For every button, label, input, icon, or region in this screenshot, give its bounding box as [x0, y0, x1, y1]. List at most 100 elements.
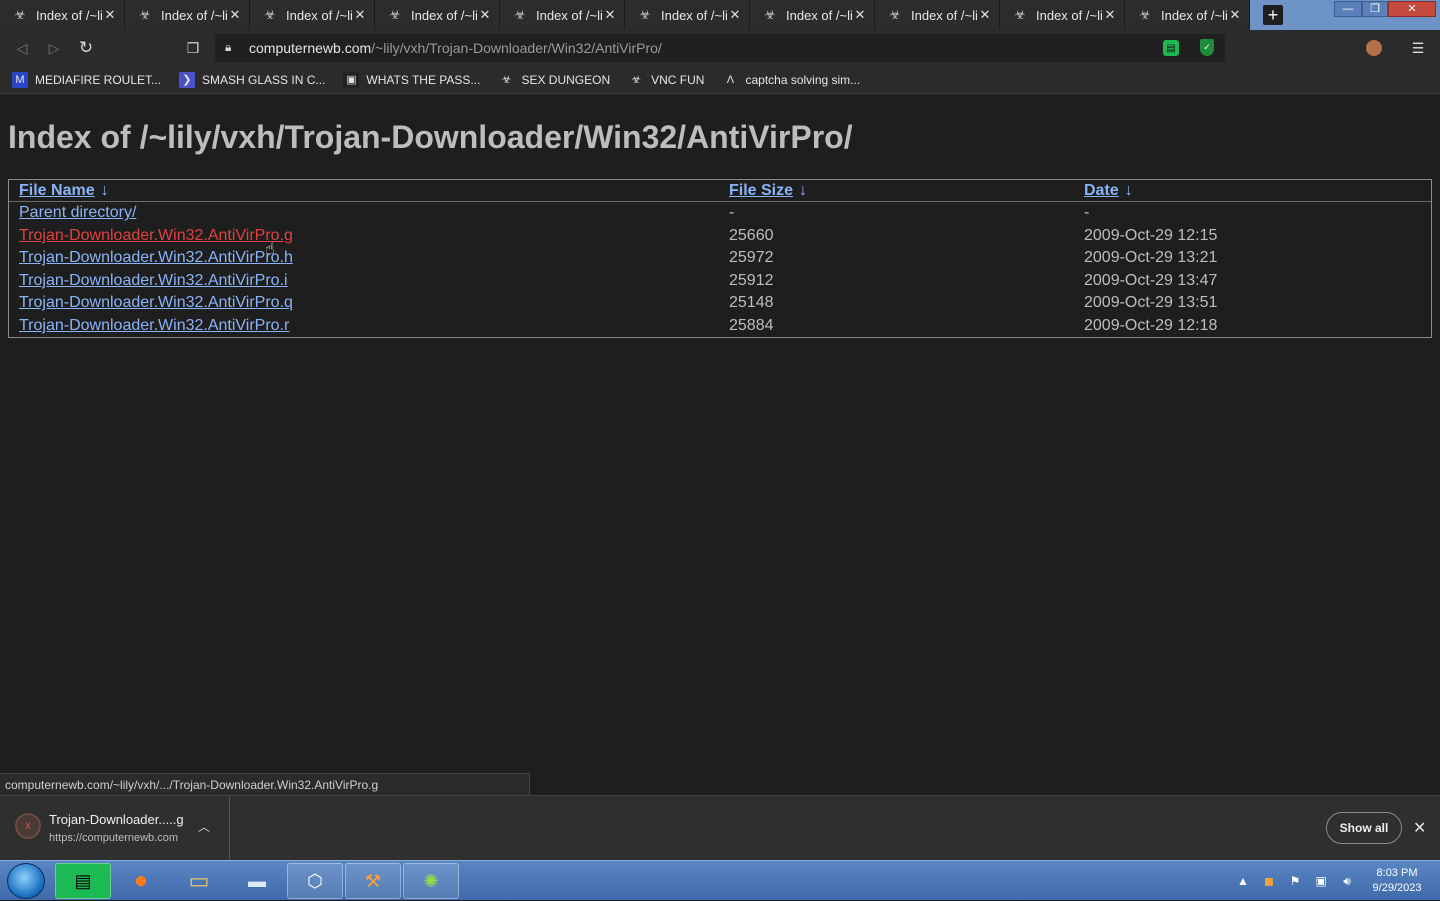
sort-arrow-icon[interactable]: ↓ — [101, 182, 109, 199]
taskbar-clock[interactable]: 8:03 PM 9/29/2023 — [1365, 866, 1429, 896]
bookmark-item[interactable]: ▣ WHATS THE PASS... — [343, 71, 480, 88]
new-tab-button[interactable]: + — [1263, 5, 1283, 25]
browser-tab[interactable]: ☣︎ Index of /~lil ✕ — [750, 0, 875, 30]
bookmark-icon[interactable]: ❒ — [184, 39, 202, 57]
download-source-url: https://computernewb.com — [49, 832, 179, 844]
file-link[interactable]: Trojan-Downloader.Win32.AntiVirPro.g — [19, 227, 293, 244]
browser-tab[interactable]: ☣︎ Index of /~lil ✕ — [250, 0, 375, 30]
clock-time: 8:03 PM — [1376, 867, 1418, 879]
chevron-up-icon[interactable]: ︿ — [198, 818, 210, 835]
close-tab-icon[interactable]: ✕ — [102, 7, 118, 23]
close-window-button[interactable]: ✕ — [1388, 1, 1436, 17]
browser-tab[interactable]: ☣︎ Index of /~lil ✕ — [1125, 0, 1250, 30]
tab-strip: ☣︎ Index of /~lil ✕ ☣︎ Index of /~lil ✕ ☣︎ Inde… — [0, 0, 1440, 30]
profile-avatar-icon[interactable] — [1366, 40, 1382, 56]
close-tab-icon[interactable]: ✕ — [852, 7, 868, 23]
minimize-button[interactable]: — — [1334, 1, 1362, 17]
file-link[interactable]: Trojan-Downloader.Win32.AntiVirPro.r — [19, 317, 289, 334]
taskbar-hammer-app-icon[interactable]: ⚒ — [345, 863, 401, 899]
close-tab-icon[interactable]: ✕ — [477, 7, 493, 23]
close-tab-icon[interactable]: ✕ — [977, 7, 993, 23]
close-tab-icon[interactable]: ✕ — [727, 7, 743, 23]
table-header-row: File Name ↓ File Size ↓ Date ↓ — [9, 180, 1431, 202]
bookmark-item[interactable]: Λcaptcha solving sim... — [722, 72, 860, 88]
chevron-up-icon[interactable]: ▲ — [1232, 874, 1254, 888]
bookmark-label: VNC FUN — [651, 72, 705, 87]
column-header-name: File Name ↓ — [9, 180, 719, 202]
network-icon[interactable]: ▣ — [1310, 874, 1332, 888]
close-tab-icon[interactable]: ✕ — [602, 7, 618, 23]
file-name-cell: Trojan-Downloader.Win32.AntiVirPro.i — [9, 270, 719, 293]
sort-by-size-link[interactable]: File Size — [729, 182, 793, 199]
menu-icon[interactable]: ☰ — [1410, 39, 1426, 57]
tab-title: Index of /~lil — [286, 7, 352, 23]
sort-arrow-icon[interactable]: ↓ — [799, 182, 807, 199]
show-all-downloads-button[interactable]: Show all — [1326, 812, 1402, 844]
globe-icon: ☣︎ — [631, 74, 642, 86]
taskbar-window-app-icon[interactable]: ▬ — [229, 863, 285, 899]
volume-icon[interactable]: 🔊︎ — [1336, 874, 1358, 889]
close-tab-icon[interactable]: ✕ — [227, 7, 243, 23]
table-row: Trojan-Downloader.Win32.AntiVirPro.h 2597… — [9, 247, 1431, 270]
download-file-name: Trojan-Downloader.....g — [49, 812, 184, 827]
sort-by-date-link[interactable]: Date — [1084, 182, 1119, 199]
taskbar-lime-app-icon[interactable]: ✺ — [403, 863, 459, 899]
file-size-cell: 25912 — [729, 271, 774, 289]
parent-size-cell: - — [729, 204, 735, 222]
file-link[interactable]: Trojan-Downloader.Win32.AntiVirPro.h — [19, 249, 293, 266]
close-tab-icon[interactable]: ✕ — [1227, 7, 1243, 23]
taskbar-firefox-icon[interactable]: ● — [113, 863, 169, 899]
extension-chat-icon[interactable]: ▤ — [1163, 40, 1179, 56]
globe-icon: ☣︎ — [389, 7, 401, 22]
globe-icon: ☣︎ — [1014, 7, 1026, 22]
mouse-cursor-icon: ☝︎ — [265, 241, 275, 258]
browser-tab[interactable]: ☣︎ Index of /~lil ✕ — [1000, 0, 1125, 30]
tab-title: Index of /~lil — [161, 7, 227, 23]
browser-tab[interactable]: ☣︎ Index of /~lil ✕ — [375, 0, 500, 30]
parent-name-cell: Parent directory/ — [9, 202, 719, 225]
file-link[interactable]: Trojan-Downloader.Win32.AntiVirPro.i — [19, 272, 288, 289]
browser-tab[interactable]: ☣︎ Index of /~lil ✕ — [625, 0, 750, 30]
bookmark-item[interactable]: ☣︎ SEX DUNGEON — [498, 72, 611, 88]
sort-arrow-icon[interactable]: ↓ — [1125, 182, 1133, 199]
extension-shield-icon[interactable]: ✓ — [1200, 39, 1214, 56]
browser-tab[interactable]: ☣︎ Index of /~lil ✕ — [0, 0, 125, 30]
parent-directory-link[interactable]: Parent directory/ — [19, 204, 136, 221]
chevron-icon: ❯ — [179, 71, 196, 88]
bookmark-item[interactable]: ❯ SMASH GLASS IN C... — [179, 71, 325, 88]
forward-button[interactable]: ▷ — [45, 39, 63, 57]
download-shelf: ☓ Trojan-Downloader.....g https://comput… — [0, 795, 1440, 861]
clock-date: 9/29/2023 — [1372, 882, 1422, 894]
file-name-cell: Trojan-Downloader.Win32.AntiVirPro.r — [9, 315, 719, 338]
close-icon[interactable]: ✕ — [1413, 818, 1426, 838]
close-tab-icon[interactable]: ✕ — [1102, 7, 1118, 23]
browser-tab[interactable]: ☣︎ Index of /~lil ✕ — [875, 0, 1000, 30]
taskbar-chat-app-icon[interactable]: ▤ — [55, 863, 111, 899]
bookmark-item[interactable]: ☣︎ VNC FUN — [628, 72, 704, 88]
globe-icon: ☣︎ — [139, 7, 151, 22]
browser-tab[interactable]: ☣︎ Index of /~lil ✕ — [125, 0, 250, 30]
bookmark-item[interactable]: M MEDIAFIRE ROULET... — [12, 71, 162, 88]
file-link[interactable]: Trojan-Downloader.Win32.AntiVirPro.q — [19, 294, 293, 311]
url-text[interactable]: computernewb.com/~lily/vxh/Trojan-Downlo… — [249, 40, 662, 56]
file-name-cell: Trojan-Downloader.Win32.AntiVirPro.q — [9, 292, 719, 315]
flag-icon[interactable]: ⚑ — [1284, 874, 1306, 888]
file-listing-table: File Name ↓ File Size ↓ Date ↓ Parent direc… — [8, 179, 1432, 338]
taskbar-file-explorer-icon[interactable]: ▭ — [171, 863, 227, 899]
browser-tab[interactable]: ☣︎ Index of /~lil ✕ — [500, 0, 625, 30]
reload-button[interactable]: ↻ — [77, 38, 95, 57]
address-bar[interactable]: 🔒︎ computernewb.com/~lily/vxh/Trojan-Dow… — [215, 34, 1225, 62]
start-button[interactable] — [7, 863, 45, 899]
bookmark-label: MEDIAFIRE ROULET... — [35, 72, 162, 87]
tray-app-icon[interactable]: ◼ — [1258, 874, 1280, 888]
taskbar-virtualbox-icon[interactable]: ⬡ — [287, 863, 343, 899]
maximize-button[interactable]: ❐ — [1362, 1, 1388, 17]
sort-by-name-link[interactable]: File Name — [19, 182, 95, 199]
download-item[interactable]: ☓ Trojan-Downloader.....g https://comput… — [0, 796, 230, 861]
back-button[interactable]: ◁ — [13, 39, 31, 57]
browser-toolbar: ◁ ▷ ↻ ❒ 🔒︎ computernewb.com/~lily/vxh/Tr… — [0, 30, 1440, 66]
computer-icon: ▣ — [343, 71, 360, 88]
tab-title: Index of /~lil — [411, 7, 477, 23]
tab-title: Index of /~lil — [36, 7, 102, 23]
close-tab-icon[interactable]: ✕ — [352, 7, 368, 23]
